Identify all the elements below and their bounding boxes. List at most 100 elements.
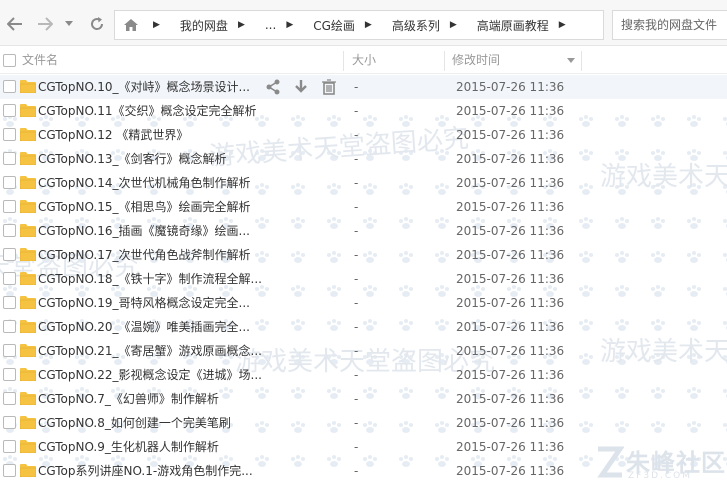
file-name[interactable]: CGTopNO.11《交织》概念设定完全解析	[38, 99, 257, 123]
file-modified: 2015-07-26 11:36	[456, 80, 565, 94]
file-row[interactable]: CGTopNO.7_《幻兽师》制作解析 - 2015-07-26 11:36	[0, 387, 727, 411]
file-name[interactable]: CGTopNO.13_《剑客行》概念解析	[38, 147, 227, 171]
file-modified: 2015-07-26 11:36	[456, 320, 565, 334]
file-row[interactable]: CGTopNO.21_《寄居蟹》游戏原画概念... - 2015-07-26 11:…	[0, 339, 727, 363]
row-checkbox[interactable]	[3, 272, 16, 285]
file-row[interactable]: CGTopNO.22_影视概念设定《进城》场... - 2015-07-26 11:…	[0, 363, 727, 387]
file-row[interactable]: CGTopNO.18_《铁十字》制作流程全解... - 2015-07-26 11:…	[0, 267, 727, 291]
breadcrumb-item[interactable]: 高级系列	[392, 17, 440, 34]
file-name[interactable]: CGTopNO.17_次世代角色战斧制作解析	[38, 243, 251, 267]
file-row[interactable]: CGTopNO.17_次世代角色战斧制作解析 - 2015-07-26 11:36	[0, 243, 727, 267]
file-row[interactable]: CGTopNO.14_次世代机械角色制作解析 - 2015-07-26 11:36	[0, 171, 727, 195]
file-size: -	[354, 80, 359, 94]
breadcrumb: 我的网盘 ▶... ▶ CG绘画 ▶ 高级系列 ▶ 高端原画教程 ▶	[176, 17, 582, 34]
file-name[interactable]: CGTopNO.9_生化机器人制作解析	[38, 435, 219, 459]
row-checkbox[interactable]	[3, 392, 16, 405]
row-checkbox[interactable]	[3, 320, 16, 333]
folder-icon	[19, 439, 37, 454]
file-name[interactable]: CGTopNO.20_《温婉》唯美插画完全...	[38, 315, 250, 339]
refresh-button[interactable]	[86, 12, 108, 36]
file-modified: 2015-07-26 11:36	[456, 344, 565, 358]
file-row[interactable]: CGTopNO.13_《剑客行》概念解析 - 2015-07-26 11:36	[0, 147, 727, 171]
trash-icon[interactable]	[320, 78, 338, 96]
breadcrumb-separator: ▶	[364, 20, 372, 30]
folder-icon	[19, 175, 37, 190]
breadcrumb-item[interactable]: 高端原画教程	[477, 17, 549, 34]
download-icon[interactable]	[292, 78, 310, 96]
folder-icon	[19, 463, 37, 478]
breadcrumb-separator: ▶	[286, 20, 294, 30]
file-name[interactable]: CGTopNO.8_如何创建一个完美笔刷	[38, 411, 231, 435]
breadcrumb-separator: ▶	[153, 20, 160, 30]
folder-icon	[19, 247, 37, 262]
file-modified: 2015-07-26 11:36	[456, 200, 565, 214]
row-checkbox[interactable]	[3, 128, 16, 141]
folder-icon	[19, 223, 37, 238]
chevron-down-icon	[65, 21, 73, 26]
row-checkbox[interactable]	[3, 440, 16, 453]
file-row[interactable]: CGTopNO.16_插画《魔镜奇缘》绘画... - 2015-07-26 11:3…	[0, 219, 727, 243]
file-name[interactable]: CGTopNO.16_插画《魔镜奇缘》绘画...	[38, 219, 250, 243]
row-checkbox[interactable]	[3, 152, 16, 165]
breadcrumb-item[interactable]: CG绘画	[313, 17, 355, 34]
file-row[interactable]: CGTopNO.15_《相思鸟》绘画完全解析 - 2015-07-26 11:36	[0, 195, 727, 219]
breadcrumb-item[interactable]: 我的网盘	[180, 17, 228, 34]
row-checkbox[interactable]	[3, 296, 16, 309]
select-all-checkbox[interactable]	[3, 54, 16, 67]
file-size: -	[354, 344, 359, 358]
row-checkbox[interactable]	[3, 224, 16, 237]
row-checkbox[interactable]	[3, 200, 16, 213]
folder-icon	[19, 415, 37, 430]
row-checkbox[interactable]	[3, 416, 16, 429]
forward-button[interactable]	[34, 12, 56, 36]
folder-icon	[19, 343, 37, 358]
file-row[interactable]: CGTopNO.19_哥特风格概念设定完全... - 2015-07-26 11:3…	[0, 291, 727, 315]
breadcrumb-label: ...	[264, 18, 277, 32]
row-checkbox[interactable]	[3, 464, 16, 477]
file-name[interactable]: CGTopNO.15_《相思鸟》绘画完全解析	[38, 195, 251, 219]
row-checkbox[interactable]	[3, 80, 16, 93]
sort-arrow-icon[interactable]	[567, 58, 575, 63]
file-row[interactable]: CGTopNO.8_如何创建一个完美笔刷 - 2015-07-26 11:36	[0, 411, 727, 435]
address-bar[interactable]: ▶ 我的网盘 ▶... ▶ CG绘画 ▶ 高级系列 ▶ 高端原画教程 ▶	[114, 10, 604, 40]
file-size: -	[354, 224, 359, 238]
file-name[interactable]: CGTop系列讲座NO.1-游戏角色制作完...	[38, 459, 253, 483]
file-name[interactable]: CGTopNO.19_哥特风格概念设定完全...	[38, 291, 250, 315]
column-modified[interactable]: 修改时间	[452, 47, 500, 74]
file-row[interactable]: CGTopNO.20_《温婉》唯美插画完全... - 2015-07-26 11:3…	[0, 315, 727, 339]
file-row[interactable]: CGTopNO.11《交织》概念设定完全解析 - 2015-07-26 11:36	[0, 99, 727, 123]
file-size: -	[354, 104, 359, 118]
back-button[interactable]	[4, 12, 26, 36]
row-checkbox[interactable]	[3, 248, 16, 261]
file-name[interactable]: CGTopNO.7_《幻兽师》制作解析	[38, 387, 219, 411]
column-size[interactable]: 大小	[352, 47, 376, 74]
share-icon[interactable]	[264, 78, 282, 96]
row-checkbox[interactable]	[3, 104, 16, 117]
file-list: 游戏美术天堂盗图必究 游戏美术天堂盗图必究 游戏美术天堂盗图必究 游戏美术天堂盗…	[0, 75, 727, 487]
arrow-right-icon	[38, 17, 53, 31]
file-name[interactable]: CGTopNO.10_《对峙》概念场景设计...	[38, 75, 250, 99]
file-name[interactable]: CGTopNO.21_《寄居蟹》游戏原画概念...	[38, 339, 262, 363]
file-name[interactable]: CGTopNO.12 《精武世界》	[38, 123, 188, 147]
folder-icon	[19, 295, 37, 310]
history-dropdown[interactable]	[62, 12, 76, 36]
column-name[interactable]: 文件名	[22, 47, 58, 74]
file-size: -	[354, 272, 359, 286]
folder-icon	[19, 199, 37, 214]
breadcrumb-item[interactable]: ...	[265, 18, 276, 32]
file-row[interactable]: CGTopNO.12 《精武世界》 - 2015-07-26 11:36	[0, 123, 727, 147]
breadcrumb-separator: ▶	[237, 20, 245, 30]
home-icon[interactable]	[123, 18, 143, 32]
row-checkbox[interactable]	[3, 368, 16, 381]
file-name[interactable]: CGTopNO.18_《铁十字》制作流程全解...	[38, 267, 262, 291]
folder-icon	[19, 271, 37, 286]
file-modified: 2015-07-26 11:36	[456, 392, 565, 406]
row-checkbox[interactable]	[3, 176, 16, 189]
row-checkbox[interactable]	[3, 344, 16, 357]
community-logo: 朱峰社区 ZF3D.COM	[592, 441, 727, 487]
file-name[interactable]: CGTopNO.14_次世代机械角色制作解析	[38, 171, 251, 195]
search-input[interactable]: 搜索我的网盘文件	[612, 10, 727, 40]
file-name[interactable]: CGTopNO.22_影视概念设定《进城》场...	[38, 363, 262, 387]
column-divider	[343, 51, 344, 71]
file-row[interactable]: CGTopNO.10_《对峙》概念场景设计... - 2015-07-26 11:3…	[0, 75, 727, 99]
